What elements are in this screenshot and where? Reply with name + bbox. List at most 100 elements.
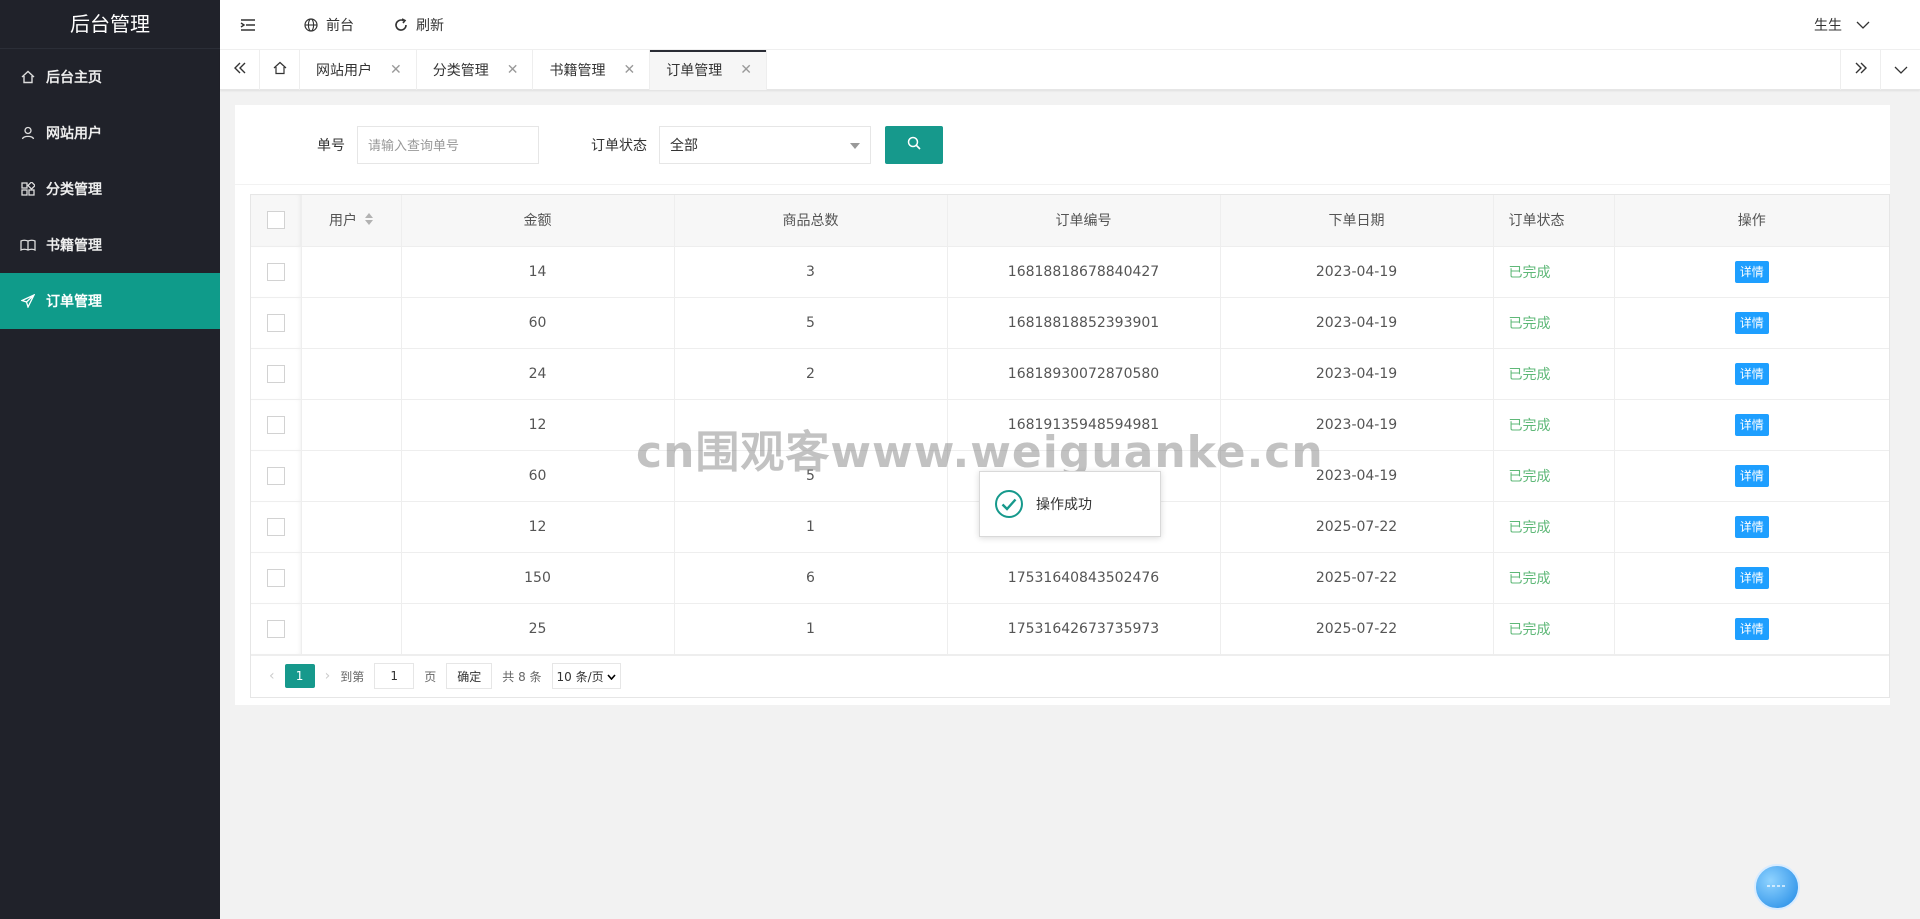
cell-user [301,501,402,553]
floating-assistant-button[interactable] [1754,864,1800,910]
close-icon[interactable]: ✕ [740,62,752,78]
table-row: 25 1 17531642673735973 2025-07-22 已完成 详情 [251,603,1889,655]
detail-button[interactable]: 详情 [1734,464,1769,487]
status-select[interactable]: 全部 [659,125,871,164]
row-checkbox[interactable] [266,364,285,383]
row-checkbox[interactable] [266,466,285,485]
column-header-status: 订单状态 [1493,195,1615,247]
cell-count: 3 [674,246,948,298]
prev-page-icon[interactable]: ‹ [269,668,275,684]
cell-status: 已完成 [1493,450,1615,502]
goto-confirm-button[interactable]: 确定 [446,663,493,689]
column-header-user[interactable]: 用户 [301,195,402,247]
home-icon [20,69,36,85]
row-checkbox[interactable] [266,517,285,536]
detail-button[interactable]: 详情 [1734,362,1769,385]
sidebar-item-users[interactable]: 网站用户 [0,105,220,161]
row-checkbox[interactable] [266,262,285,281]
refresh-icon [394,17,408,32]
cell-date: 2025-07-22 [1220,501,1494,553]
detail-button[interactable]: 详情 [1734,413,1769,436]
tab-home[interactable] [260,50,300,90]
tabs-scroll-left-button[interactable] [220,50,260,90]
row-checkbox[interactable] [266,568,285,587]
sidebar-item-label: 订单管理 [46,294,102,310]
user-name: 生生 [1814,18,1842,34]
detail-button[interactable]: 详情 [1734,566,1769,589]
cell-user [301,399,402,451]
cell-action: 详情 [1614,552,1889,604]
select-all-checkbox[interactable] [266,211,285,230]
row-select-cell [251,297,302,349]
assistant-icon [1766,879,1788,895]
book-icon [20,237,36,253]
cell-status: 已完成 [1493,501,1615,553]
tab-label: 分类管理 [432,63,489,79]
detail-button[interactable]: 详情 [1734,515,1769,538]
cell-action: 详情 [1614,399,1889,451]
tab-users[interactable]: 网站用户 ✕ [300,50,417,90]
row-checkbox[interactable] [266,619,285,638]
detail-button[interactable]: 详情 [1734,617,1769,640]
cell-date: 2025-07-22 [1220,552,1494,604]
detail-button[interactable]: 详情 [1734,260,1769,283]
close-icon[interactable]: ✕ [390,62,402,78]
column-header-count: 商品总数 [674,195,948,247]
current-page[interactable]: 1 [284,664,315,688]
pagination: ‹ 1 › 到第 1 页 确定 共 8 条 10 条/页 [251,654,1889,697]
status-label: 订单状态 [591,137,647,154]
cell-status: 已完成 [1493,603,1615,655]
sort-icon[interactable] [365,213,373,229]
cell-count: 2 [674,348,948,400]
order-no-input[interactable]: 请输入查询单号 [357,125,539,164]
tab-label: 网站用户 [316,63,372,79]
tab-orders[interactable]: 订单管理 ✕ [650,50,767,90]
check-circle-icon [994,489,1024,519]
tab-books[interactable]: 书籍管理 ✕ [533,50,651,90]
tabs-dropdown-button[interactable] [1880,50,1920,90]
sidebar-item-home[interactable]: 后台主页 [0,49,220,105]
tabs-scroll-right-button[interactable] [1840,50,1880,90]
tab-label: 书籍管理 [549,63,606,79]
apps-icon [20,181,36,197]
chevron-down-icon [607,669,616,683]
page-size-select[interactable]: 10 条/页 [551,663,621,689]
tab-categories[interactable]: 分类管理 ✕ [417,50,534,90]
close-icon[interactable]: ✕ [623,62,635,78]
column-header-action: 操作 [1614,195,1889,247]
front-site-button[interactable]: 前台 [284,0,374,50]
cell-status: 已完成 [1493,552,1615,604]
menu-toggle-button[interactable] [220,0,284,50]
chevron-down-icon [1856,17,1870,33]
goto-page-input[interactable]: 1 [374,663,415,689]
toast-message: 操作成功 [1036,497,1092,513]
cell-action: 详情 [1614,297,1889,349]
table-row: 24 2 16818930072870580 2023-04-19 已完成 详情 [251,348,1889,400]
cell-order-no: 17531642673735973 [947,603,1221,655]
row-checkbox[interactable] [266,313,285,332]
user-menu[interactable]: 生生 [1814,0,1870,50]
refresh-button[interactable]: 刷新 [374,0,464,50]
select-all-cell [251,195,302,247]
sidebar-item-categories[interactable]: 分类管理 [0,161,220,217]
cell-status: 已完成 [1493,399,1615,451]
home-icon [273,61,287,79]
sidebar-item-label: 网站用户 [46,126,102,142]
table-row: 60 5 16818818852393901 2023-04-19 已完成 详情 [251,297,1889,349]
front-site-label: 前台 [326,17,354,34]
cell-amount: 24 [401,348,675,400]
close-icon[interactable]: ✕ [507,62,519,78]
next-page-icon[interactable]: › [325,668,331,684]
search-button[interactable] [885,125,943,164]
cell-order-no: 16818818852393901 [947,297,1221,349]
row-checkbox[interactable] [266,415,285,434]
sidebar-item-books[interactable]: 书籍管理 [0,217,220,273]
sidebar-item-orders[interactable]: 订单管理 [0,273,220,329]
cell-action: 详情 [1614,450,1889,502]
cell-date: 2025-07-22 [1220,603,1494,655]
page-unit-label: 页 [424,669,437,684]
row-select-cell [251,348,302,400]
tab-label: 订单管理 [666,63,723,79]
detail-button[interactable]: 详情 [1734,311,1769,334]
order-no-placeholder: 请输入查询单号 [368,139,460,154]
